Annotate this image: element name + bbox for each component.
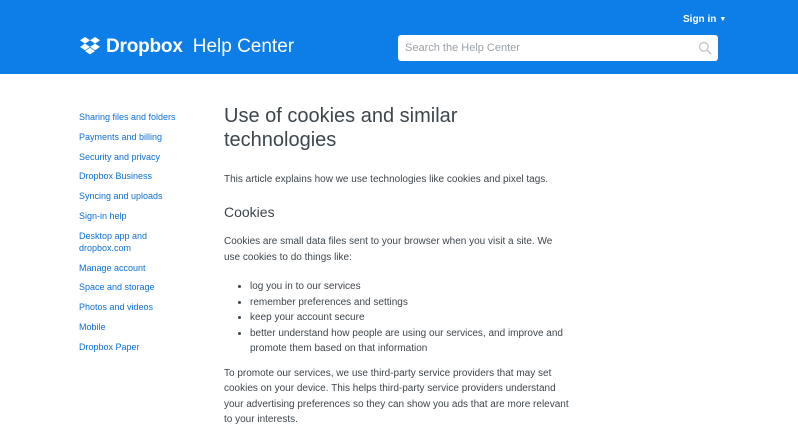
brand-subtitle: Help Center xyxy=(192,36,295,57)
sidebar-item-manage-account[interactable]: Manage account xyxy=(79,262,199,274)
sign-in-label: Sign in xyxy=(683,14,717,25)
cookie-uses-list: log you in to our services remember pref… xyxy=(224,279,569,357)
list-item: better understand how people are using o… xyxy=(250,326,569,357)
sidebar-item-sharing[interactable]: Sharing files and folders xyxy=(79,111,199,123)
article-paragraph: Cookies are small data files sent to you… xyxy=(224,236,553,263)
sign-in-button[interactable]: Sign in ▼ xyxy=(683,14,726,25)
sidebar-item-signin[interactable]: Sign-in help xyxy=(79,210,199,222)
sidebar-item-paper[interactable]: Dropbox Paper xyxy=(79,341,199,353)
home-logo-link[interactable]: Dropbox Help Center xyxy=(79,36,294,58)
sidebar-item-mobile[interactable]: Mobile xyxy=(79,321,199,333)
search-icon[interactable] xyxy=(698,41,712,60)
chevron-down-icon: ▼ xyxy=(719,16,727,23)
sidebar-item-payments[interactable]: Payments and billing xyxy=(79,131,199,143)
article-paragraph: To promote our services, we use third-pa… xyxy=(224,367,569,426)
list-item: remember preferences and settings xyxy=(250,295,569,311)
search-input[interactable] xyxy=(398,35,685,61)
brand-name: Dropbox xyxy=(106,36,183,57)
sidebar-item-space[interactable]: Space and storage xyxy=(79,281,199,293)
article-intro: This article explains how we use technol… xyxy=(224,174,549,185)
sidebar-item-business[interactable]: Dropbox Business xyxy=(79,170,199,182)
sidebar-item-syncing[interactable]: Syncing and uploads xyxy=(79,190,199,202)
sidebar-nav: Sharing files and folders Payments and b… xyxy=(79,111,199,361)
sidebar-item-security[interactable]: Security and privacy xyxy=(79,151,199,163)
sidebar-item-desktop-app[interactable]: Desktop app and dropbox.com xyxy=(79,230,157,254)
section-heading: Cookies xyxy=(224,204,275,220)
page-title: Use of cookies and similar technologies xyxy=(224,105,458,151)
list-item: log you in to our services xyxy=(250,279,569,295)
dropbox-logo-icon xyxy=(79,37,101,57)
list-item: keep your account secure xyxy=(250,310,569,326)
sidebar-item-photos[interactable]: Photos and videos xyxy=(79,301,199,313)
search-box xyxy=(398,35,718,61)
article-content: Use of cookies and similar technologies … xyxy=(224,104,569,428)
header-bar: Dropbox Help Center Sign in ▼ xyxy=(0,0,798,74)
